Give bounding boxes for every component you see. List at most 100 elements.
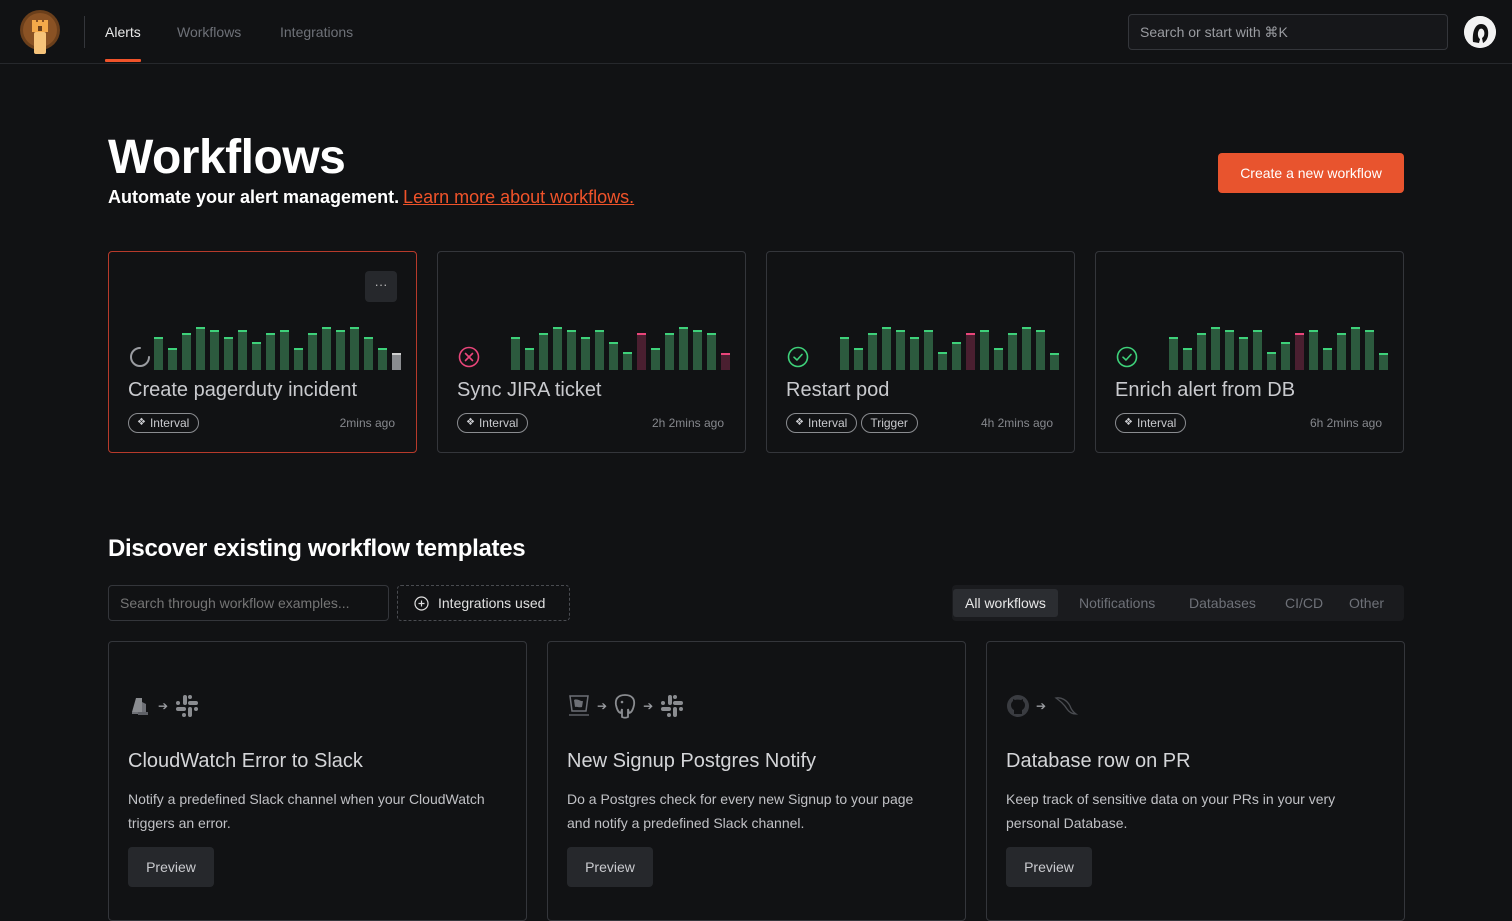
execution-bar[interactable] [1008, 333, 1017, 370]
template-card-cloudwatch[interactable]: ➔ CloudWatch Error to Slack Notify a pre… [108, 641, 527, 921]
tab-alerts[interactable]: Alerts [105, 24, 141, 64]
execution-bar[interactable] [679, 327, 688, 370]
execution-bar[interactable] [350, 327, 359, 370]
execution-bar-cap [1267, 352, 1276, 354]
workflow-card-jira[interactable]: Sync JIRA ticket ❖ Interval 2h 2mins ago [437, 251, 746, 453]
execution-bar[interactable] [896, 330, 905, 370]
filter-cicd[interactable]: CI/CD [1273, 589, 1335, 617]
execution-bar[interactable] [651, 348, 660, 370]
execution-bar[interactable] [1225, 330, 1234, 370]
global-search-input[interactable]: Search or start with ⌘K [1128, 14, 1448, 50]
execution-bar[interactable] [882, 327, 891, 370]
execution-bar[interactable] [1309, 330, 1318, 370]
execution-bar[interactable] [280, 330, 289, 370]
execution-bars [154, 322, 401, 370]
tag-interval: ❖ Interval [1115, 413, 1187, 433]
execution-bar[interactable] [252, 342, 261, 370]
execution-bar[interactable] [1267, 352, 1276, 370]
execution-bar[interactable] [1183, 348, 1192, 370]
execution-bar[interactable] [196, 327, 205, 370]
execution-bar[interactable] [364, 337, 373, 370]
learn-more-link[interactable]: Learn more about workflows. [403, 187, 634, 207]
preview-button[interactable]: Preview [1006, 847, 1092, 887]
template-card-database-pr[interactable]: ➔ Database row on PR Keep track of sensi… [986, 641, 1405, 921]
tab-integrations[interactable]: Integrations [280, 24, 353, 64]
workflow-card-pagerduty[interactable]: ··· Create pagerduty incident ❖ Interval … [108, 251, 417, 453]
execution-bar[interactable] [210, 330, 219, 370]
last-run-time: 2mins ago [339, 416, 395, 430]
execution-bar[interactable] [182, 333, 191, 370]
execution-bar[interactable] [567, 330, 576, 370]
execution-bar[interactable] [1197, 333, 1206, 370]
execution-bar[interactable] [525, 348, 534, 370]
template-card-postgres[interactable]: ➔ ➔ New Signup Postgres Notify Do a Post… [547, 641, 966, 921]
execution-bar[interactable] [924, 330, 933, 370]
template-integrations: ➔ [1006, 693, 1079, 719]
execution-bar[interactable] [1323, 348, 1332, 370]
filter-all-workflows[interactable]: All workflows [953, 589, 1058, 617]
execution-bar[interactable] [1365, 330, 1374, 370]
user-avatar-icon[interactable] [1464, 16, 1496, 48]
execution-bar[interactable] [980, 330, 989, 370]
execution-bar-cap [1036, 330, 1045, 332]
execution-bar[interactable] [854, 348, 863, 370]
execution-bar[interactable] [1022, 327, 1031, 370]
execution-bar[interactable] [539, 333, 548, 370]
execution-bar[interactable] [665, 333, 674, 370]
workflow-card-restart-pod[interactable]: Restart pod ❖ Interval Trigger 4h 2mins a… [766, 251, 1075, 453]
execution-bar[interactable] [392, 353, 401, 370]
execution-bar[interactable] [721, 353, 730, 370]
execution-bar[interactable] [294, 348, 303, 370]
execution-bar[interactable] [238, 330, 247, 370]
execution-bar[interactable] [1281, 342, 1290, 370]
execution-bar[interactable] [378, 348, 387, 370]
more-options-button[interactable]: ··· [365, 271, 397, 302]
execution-bar[interactable] [308, 333, 317, 370]
execution-bar[interactable] [322, 327, 331, 370]
execution-bar[interactable] [1379, 353, 1388, 370]
execution-bar[interactable] [336, 330, 345, 370]
preview-button[interactable]: Preview [567, 847, 653, 887]
execution-bar[interactable] [707, 333, 716, 370]
execution-bar[interactable] [1253, 330, 1262, 370]
templates-section-title: Discover existing workflow templates [108, 535, 526, 562]
execution-bar[interactable] [1337, 333, 1346, 370]
execution-bar[interactable] [910, 337, 919, 370]
execution-bar[interactable] [693, 330, 702, 370]
execution-bar[interactable] [966, 333, 975, 370]
execution-bar[interactable] [1295, 333, 1304, 370]
integrations-used-button[interactable]: Integrations used [397, 585, 570, 621]
execution-bar[interactable] [623, 352, 632, 370]
create-workflow-button[interactable]: Create a new workflow [1218, 153, 1404, 193]
execution-bar[interactable] [553, 327, 562, 370]
execution-bar[interactable] [1211, 327, 1220, 370]
execution-bar[interactable] [609, 342, 618, 370]
execution-bar[interactable] [1239, 337, 1248, 370]
workflow-card-enrich-alert[interactable]: Enrich alert from DB ❖ Interval 6h 2mins … [1095, 251, 1404, 453]
execution-bar[interactable] [168, 348, 177, 370]
execution-bar[interactable] [840, 337, 849, 370]
keep-logo-icon[interactable] [19, 8, 61, 56]
global-search-placeholder: Search or start with ⌘K [1140, 24, 1288, 40]
execution-bar[interactable] [1050, 353, 1059, 370]
template-search-input[interactable] [108, 585, 389, 621]
execution-bar[interactable] [266, 333, 275, 370]
execution-bar[interactable] [1169, 337, 1178, 370]
execution-bar[interactable] [1351, 327, 1360, 370]
execution-bar[interactable] [868, 333, 877, 370]
execution-bar[interactable] [224, 337, 233, 370]
filter-other[interactable]: Other [1337, 589, 1396, 617]
execution-bar[interactable] [994, 348, 1003, 370]
filter-databases[interactable]: Databases [1177, 589, 1268, 617]
filter-notifications[interactable]: Notifications [1067, 589, 1167, 617]
execution-bar[interactable] [595, 330, 604, 370]
execution-bar[interactable] [952, 342, 961, 370]
tab-workflows[interactable]: Workflows [177, 24, 241, 64]
execution-bar[interactable] [581, 337, 590, 370]
execution-bar[interactable] [154, 337, 163, 370]
execution-bar[interactable] [1036, 330, 1045, 370]
execution-bar[interactable] [511, 337, 520, 370]
execution-bar[interactable] [938, 352, 947, 370]
execution-bar[interactable] [637, 333, 646, 370]
preview-button[interactable]: Preview [128, 847, 214, 887]
